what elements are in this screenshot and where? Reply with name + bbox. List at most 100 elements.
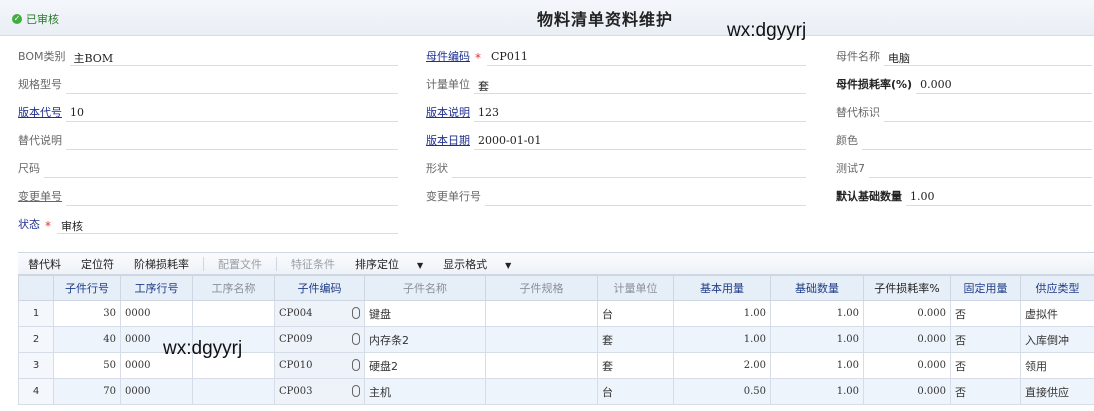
default-qty-field[interactable]: 默认基础数量 1.00 bbox=[836, 188, 1092, 206]
paperclip-icon[interactable] bbox=[352, 333, 360, 345]
size-value[interactable] bbox=[44, 160, 398, 178]
component-code-cell[interactable]: CP009 bbox=[274, 326, 365, 353]
change-row-field[interactable]: 变更单行号 bbox=[426, 188, 806, 206]
size-field[interactable]: 尺码 bbox=[18, 160, 398, 178]
shape-value[interactable] bbox=[452, 160, 806, 178]
component-spec-cell[interactable] bbox=[485, 300, 598, 327]
op-name-cell[interactable] bbox=[192, 300, 275, 327]
fixed-qty-cell[interactable]: 否 bbox=[950, 300, 1021, 327]
supply-type-cell[interactable]: 领用 bbox=[1020, 352, 1094, 379]
change-row-value[interactable] bbox=[485, 188, 806, 206]
step-loss-button[interactable]: 阶梯损耗率 bbox=[124, 256, 199, 272]
sub-desc-field[interactable]: 替代说明 bbox=[18, 132, 398, 150]
line-no-cell[interactable]: 70 bbox=[53, 378, 121, 405]
component-code-cell[interactable]: CP010 bbox=[274, 352, 365, 379]
version-date-value[interactable]: 2000-01-01 bbox=[474, 132, 806, 150]
feature-condition-button[interactable]: 特征条件 bbox=[281, 256, 345, 272]
column-header[interactable]: 基本用量 bbox=[673, 275, 771, 301]
supply-type-cell[interactable]: 直接供应 bbox=[1020, 378, 1094, 405]
component-name-cell[interactable]: 内存条2 bbox=[364, 326, 486, 353]
change-no-field[interactable]: 变更单号 bbox=[18, 188, 398, 206]
table-row[interactable]: 1 30 0000 CP004 键盘 台 1.00 1.00 0.000 否 虚… bbox=[18, 300, 1094, 327]
display-format-dropdown[interactable]: 显示格式 ▼ bbox=[433, 256, 521, 272]
basis-qty-cell[interactable]: 1.00 bbox=[770, 326, 864, 353]
unit-value[interactable]: 套 bbox=[474, 76, 806, 94]
loss-rate-cell[interactable]: 0.000 bbox=[863, 300, 951, 327]
sub-flag-value[interactable] bbox=[884, 104, 1092, 122]
column-header[interactable] bbox=[18, 275, 54, 301]
parent-loss-field[interactable]: 母件损耗率(%) 0.000 bbox=[836, 76, 1092, 94]
parent-code-field[interactable]: 母件编码 * CP011 bbox=[426, 48, 806, 66]
base-qty-cell[interactable]: 1.00 bbox=[673, 326, 771, 353]
spec-field[interactable]: 规格型号 bbox=[18, 76, 398, 94]
column-header[interactable]: 子件行号 bbox=[53, 275, 121, 301]
version-code-value[interactable]: 10 bbox=[66, 104, 398, 122]
component-spec-cell[interactable] bbox=[485, 326, 598, 353]
column-header[interactable]: 工序行号 bbox=[120, 275, 193, 301]
basis-qty-cell[interactable]: 1.00 bbox=[770, 352, 864, 379]
shape-field[interactable]: 形状 bbox=[426, 160, 806, 178]
fixed-qty-cell[interactable]: 否 bbox=[950, 378, 1021, 405]
unit-cell[interactable]: 套 bbox=[597, 326, 674, 353]
status-value[interactable]: 审核 bbox=[57, 216, 398, 234]
default-qty-value[interactable]: 1.00 bbox=[906, 188, 1092, 206]
status-field[interactable]: 状态 * 审核 bbox=[18, 216, 398, 234]
loss-rate-cell[interactable]: 0.000 bbox=[863, 352, 951, 379]
column-header[interactable]: 固定用量 bbox=[950, 275, 1021, 301]
column-header[interactable]: 基础数量 bbox=[770, 275, 864, 301]
column-header[interactable]: 子件编码 bbox=[274, 275, 365, 301]
paperclip-icon[interactable] bbox=[352, 359, 360, 371]
substitute-button[interactable]: 替代料 bbox=[18, 256, 71, 272]
line-no-cell[interactable]: 30 bbox=[53, 300, 121, 327]
supply-type-cell[interactable]: 入库倒冲 bbox=[1020, 326, 1094, 353]
sub-desc-value[interactable] bbox=[66, 132, 398, 150]
bom-type-value[interactable]: 主BOM bbox=[69, 48, 398, 66]
locator-button[interactable]: 定位符 bbox=[71, 256, 124, 272]
config-file-button[interactable]: 配置文件 bbox=[208, 256, 272, 272]
component-spec-cell[interactable] bbox=[485, 378, 598, 405]
column-header[interactable]: 子件规格 bbox=[485, 275, 598, 301]
line-no-cell[interactable]: 40 bbox=[53, 326, 121, 353]
column-header[interactable]: 计量单位 bbox=[597, 275, 674, 301]
base-qty-cell[interactable]: 0.50 bbox=[673, 378, 771, 405]
component-spec-cell[interactable] bbox=[485, 352, 598, 379]
test7-value[interactable] bbox=[869, 160, 1092, 178]
version-date-field[interactable]: 版本日期 2000-01-01 bbox=[426, 132, 806, 150]
component-name-cell[interactable]: 键盘 bbox=[364, 300, 486, 327]
base-qty-cell[interactable]: 1.00 bbox=[673, 300, 771, 327]
table-row[interactable]: 4 70 0000 CP003 主机 台 0.50 1.00 0.000 否 直… bbox=[18, 378, 1094, 405]
parent-code-value[interactable]: CP011 bbox=[487, 48, 806, 66]
bom-type-field[interactable]: BOM类别 主BOM bbox=[18, 48, 398, 66]
test7-field[interactable]: 测试7 bbox=[836, 160, 1092, 178]
component-name-cell[interactable]: 主机 bbox=[364, 378, 486, 405]
unit-cell[interactable]: 套 bbox=[597, 352, 674, 379]
op-name-cell[interactable] bbox=[192, 378, 275, 405]
change-no-value[interactable] bbox=[66, 188, 398, 206]
unit-field[interactable]: 计量单位 套 bbox=[426, 76, 806, 94]
op-no-cell[interactable]: 0000 bbox=[120, 300, 193, 327]
column-header[interactable]: 工序名称 bbox=[192, 275, 275, 301]
fixed-qty-cell[interactable]: 否 bbox=[950, 326, 1021, 353]
version-desc-value[interactable]: 123 bbox=[474, 104, 806, 122]
version-desc-field[interactable]: 版本说明 123 bbox=[426, 104, 806, 122]
component-code-cell[interactable]: CP004 bbox=[274, 300, 365, 327]
sort-locate-dropdown[interactable]: 排序定位 ▼ bbox=[345, 256, 433, 272]
line-no-cell[interactable]: 50 bbox=[53, 352, 121, 379]
paperclip-icon[interactable] bbox=[352, 307, 360, 319]
color-value[interactable] bbox=[862, 132, 1092, 150]
sub-flag-field[interactable]: 替代标识 bbox=[836, 104, 1092, 122]
loss-rate-cell[interactable]: 0.000 bbox=[863, 326, 951, 353]
component-code-cell[interactable]: CP003 bbox=[274, 378, 365, 405]
spec-value[interactable] bbox=[66, 76, 398, 94]
parent-loss-value[interactable]: 0.000 bbox=[916, 76, 1092, 94]
version-code-field[interactable]: 版本代号 10 bbox=[18, 104, 398, 122]
basis-qty-cell[interactable]: 1.00 bbox=[770, 300, 864, 327]
basis-qty-cell[interactable]: 1.00 bbox=[770, 378, 864, 405]
column-header[interactable]: 子件名称 bbox=[364, 275, 486, 301]
fixed-qty-cell[interactable]: 否 bbox=[950, 352, 1021, 379]
base-qty-cell[interactable]: 2.00 bbox=[673, 352, 771, 379]
unit-cell[interactable]: 台 bbox=[597, 300, 674, 327]
column-header[interactable]: 供应类型 bbox=[1020, 275, 1094, 301]
parent-name-value[interactable]: 电脑 bbox=[884, 48, 1092, 66]
paperclip-icon[interactable] bbox=[352, 385, 360, 397]
